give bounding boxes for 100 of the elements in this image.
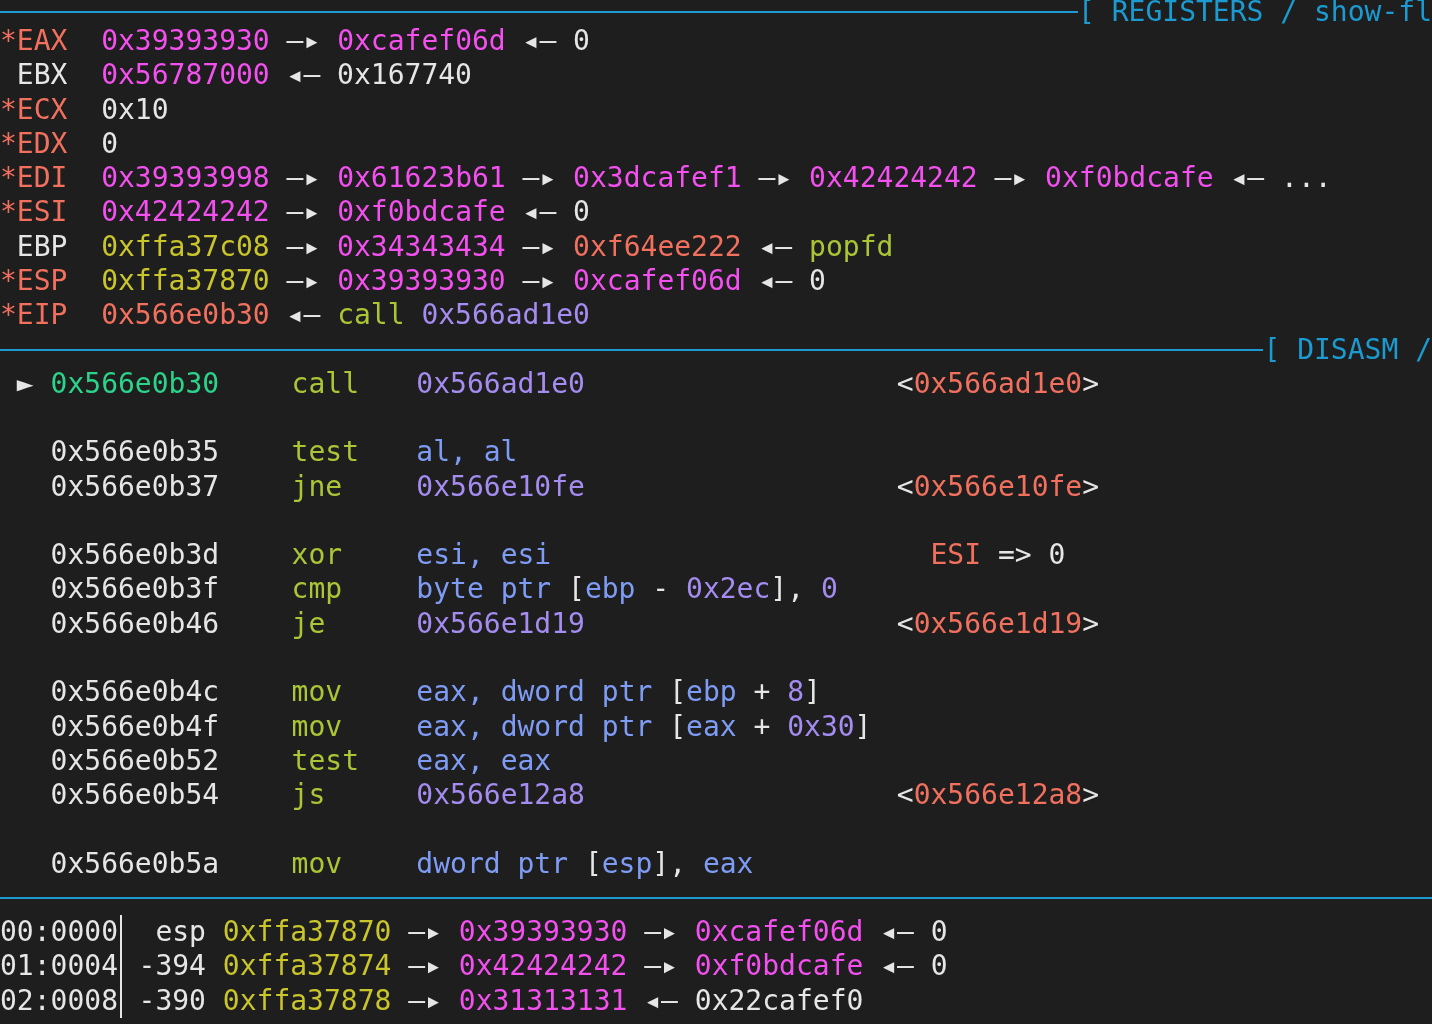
pointer-value: 0x39393930	[337, 264, 506, 299]
value: <	[896, 366, 914, 401]
section-title: [ DISASM /	[1263, 332, 1432, 367]
pointer-value: 0x34343434	[337, 229, 506, 265]
register-name: *EIP	[0, 298, 69, 333]
arrow: —▸	[644, 949, 678, 984]
value: -	[651, 572, 670, 607]
value: 0	[930, 949, 948, 984]
value: <	[896, 469, 914, 504]
mnemonic: mov	[291, 846, 344, 882]
mnemonic: xor	[291, 538, 344, 573]
instruction-address: 0x566e0b4f	[50, 709, 221, 744]
pointer-value: 0x42424242	[809, 161, 978, 196]
arrow: ◂—	[1230, 161, 1265, 196]
arrow: —▸	[286, 264, 321, 299]
instruction-address: 0x566e0b37	[50, 469, 221, 504]
section-title: [ REGISTERS / show-fl	[1078, 0, 1432, 24]
arrow: ◂—	[758, 229, 793, 265]
value: +	[752, 709, 771, 744]
arrow: —▸	[408, 949, 442, 984]
value: 0	[1047, 538, 1066, 573]
arrow: —▸	[408, 983, 442, 1018]
register-operand: byte ptr	[416, 572, 552, 607]
value: [	[583, 846, 602, 882]
immediate-value: 0x566e10fe	[416, 469, 585, 504]
instruction-address: 0x566e0b30	[50, 366, 221, 401]
mnemonic: test	[291, 743, 361, 779]
arrow: ◂—	[880, 915, 914, 950]
value: 0	[101, 126, 118, 162]
register-operand: esp	[601, 846, 653, 882]
arrow: —▸	[286, 161, 321, 196]
value: 0x10	[101, 92, 169, 127]
register-name: *EDX	[0, 126, 69, 162]
pointer-value: 0x39393930	[458, 915, 628, 950]
register-operand: eax	[499, 743, 552, 779]
register-operand: dword ptr	[499, 709, 653, 744]
register-name: *ECX	[0, 92, 69, 127]
value: [	[668, 709, 687, 744]
value: ]	[804, 675, 821, 710]
immediate-value: 0x566e1d19	[416, 606, 585, 642]
immediate-value: 0x566ad1e0	[416, 366, 585, 401]
value: ...	[1281, 161, 1332, 196]
mnemonic: jne	[291, 469, 344, 504]
register-operand: dword ptr	[416, 846, 569, 882]
stack-address: 0xffa37878	[222, 983, 392, 1018]
code-address: 0xf64ee222	[573, 229, 742, 265]
immediate-value: 8	[786, 675, 805, 710]
register-operand: al,	[416, 435, 467, 470]
value: [	[567, 572, 585, 607]
instruction-address: 0x566e0b35	[50, 435, 221, 470]
pointer-value: 0x56787000	[101, 58, 270, 93]
arrow: —▸	[286, 24, 321, 59]
code-address: 0x566e1d19	[913, 606, 1083, 642]
arrow: —▸	[286, 195, 321, 230]
arrow: —▸	[758, 161, 793, 196]
pointer-value: 0x61623b61	[337, 161, 506, 196]
value: >	[1082, 606, 1100, 642]
register-name: *EAX	[0, 24, 69, 59]
arrow: —▸	[994, 161, 1029, 196]
value: <	[896, 778, 914, 813]
arrow: —▸	[644, 915, 678, 950]
register-operand: esi,	[416, 538, 484, 573]
immediate-value: 0x2ec	[685, 572, 771, 607]
register-name: *EDI	[0, 161, 69, 196]
mnemonic: cmp	[291, 572, 344, 607]
pointer-value: 0xf0bdcafe	[337, 195, 506, 230]
value: ],	[770, 572, 805, 607]
arrow: —▸	[408, 915, 442, 950]
instruction-address: 0x566e0b5a	[50, 846, 221, 882]
stack-label: -394	[137, 949, 206, 984]
register-name: EBP	[15, 229, 69, 265]
register-name: *ESI	[0, 195, 69, 230]
register-operand: esi	[499, 538, 552, 573]
stack-label: esp	[154, 915, 206, 950]
instruction-address: 0x566e0b3d	[50, 538, 221, 573]
mnemonic: mov	[291, 675, 344, 710]
arrow: ◂—	[522, 24, 557, 59]
value: 0x167740	[337, 58, 472, 93]
value: 0x22cafef0	[694, 983, 864, 1018]
register-name: EBX	[15, 58, 69, 93]
pointer-value: 0xcafef06d	[337, 24, 506, 59]
mnemonic: je	[291, 606, 327, 642]
mnemonic: call	[291, 366, 361, 401]
immediate-value: 0x566e12a8	[416, 778, 585, 813]
pointer-value: 0x31313131	[458, 983, 628, 1018]
instruction-text: popfd	[809, 229, 894, 265]
instruction-address: 0x566e0b52	[50, 743, 221, 779]
value: >	[1082, 778, 1100, 813]
value: 0	[573, 195, 590, 230]
mnemonic: js	[291, 778, 327, 813]
arrow: —▸	[522, 229, 557, 265]
register-operand: ebp	[686, 675, 737, 710]
current-marker: ►	[16, 366, 34, 400]
arrow: —▸	[286, 229, 321, 265]
instruction-address: 0x566e0b54	[50, 778, 221, 813]
instruction-text: call	[337, 298, 405, 333]
pointer-value: 0xcafef06d	[573, 264, 742, 299]
stack-address: 0xffa37c08	[101, 229, 270, 265]
register-operand: al	[482, 435, 518, 470]
arrow: ◂—	[880, 949, 914, 984]
